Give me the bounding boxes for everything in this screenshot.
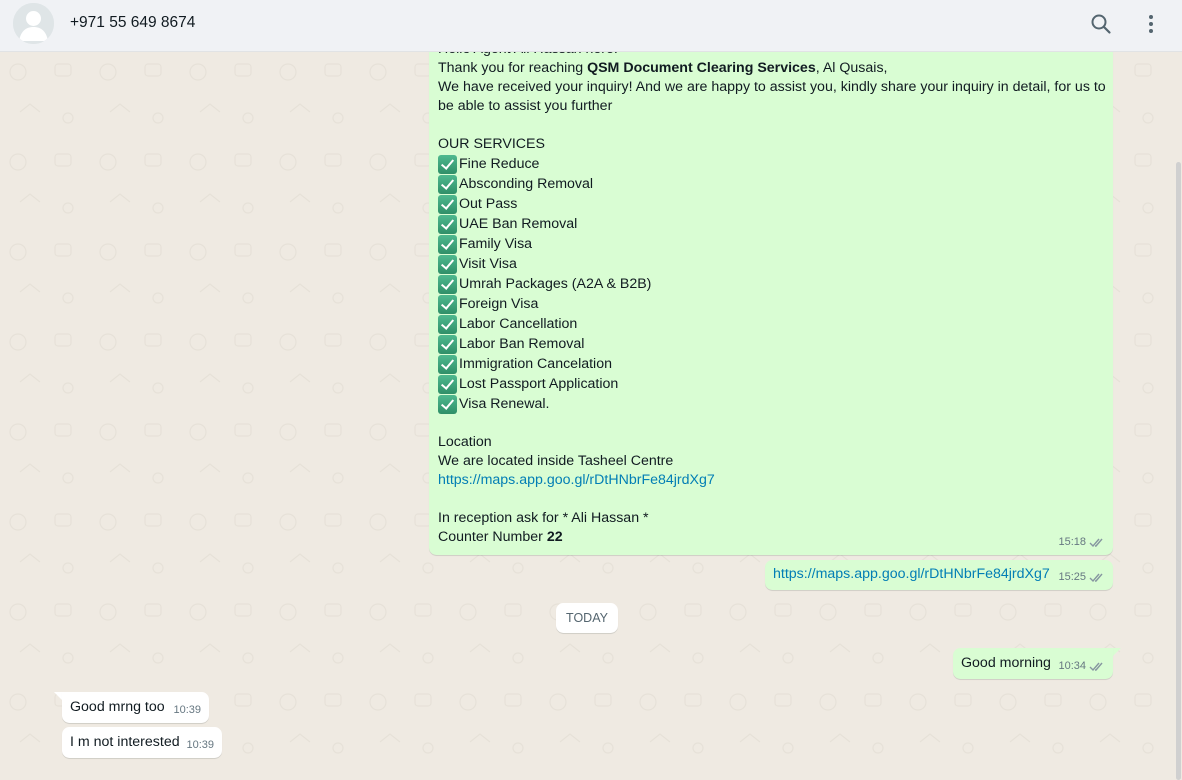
service-item: Absconding Removal	[438, 174, 1106, 194]
service-item: Lost Passport Application	[438, 374, 1106, 394]
message-meta: 10:39	[186, 736, 214, 755]
service-item: Labor Cancellation	[438, 314, 1106, 334]
service-label: Fine Reduce	[459, 155, 540, 172]
message-time: 15:18	[1058, 536, 1086, 548]
message-text: Good mrng too	[70, 699, 165, 715]
service-label: Absconding Removal	[459, 175, 594, 192]
check-mark-icon	[438, 194, 457, 214]
message-meta: 15:25	[1058, 568, 1105, 587]
menu-icon[interactable]	[1139, 12, 1163, 36]
service-label: Foreign Visa	[459, 295, 539, 312]
good-morning-bubble[interactable]: Good morning 10:34	[953, 648, 1113, 679]
service-item: Labor Ban Removal	[438, 334, 1106, 354]
bubble-tail	[54, 692, 62, 700]
service-item: UAE Ban Removal	[438, 214, 1106, 234]
service-item: Out Pass	[438, 194, 1106, 214]
service-item: Foreign Visa	[438, 294, 1106, 314]
service-label: UAE Ban Removal	[459, 215, 578, 232]
message-time: 10:39	[173, 704, 201, 716]
search-icon[interactable]	[1089, 12, 1113, 36]
avatar[interactable]	[13, 3, 54, 44]
service-item: Visit Visa	[438, 254, 1106, 274]
counter-line: Counter Number 22	[438, 528, 1106, 547]
check-mark-icon	[438, 174, 457, 194]
thanks-prefix: Thank you for reaching	[438, 60, 588, 76]
day-separator: TODAY	[556, 603, 618, 633]
check-mark-icon	[438, 334, 457, 354]
check-mark-icon	[438, 394, 457, 414]
message-time: 10:34	[1058, 660, 1086, 672]
incoming-message-bubble[interactable]: I m not interested 10:39	[62, 727, 222, 758]
default-avatar-icon	[13, 3, 54, 44]
service-label: Family Visa	[459, 235, 533, 252]
services-heading: OUR SERVICES	[438, 136, 545, 152]
location-heading: Location	[438, 434, 492, 450]
incoming-message-bubble[interactable]: Good mrng too 10:39	[62, 692, 209, 723]
contact-name[interactable]: +971 55 649 8674	[70, 14, 195, 32]
message-time: 15:25	[1058, 571, 1086, 583]
chat-scrollbar[interactable]	[1175, 52, 1182, 780]
service-item: Family Visa	[438, 234, 1106, 254]
service-label: Immigration Cancelation	[459, 355, 612, 372]
inquiry-line: We have received your inquiry! And we ar…	[438, 79, 1106, 95]
inquiry-line-2: be able to assist you further	[438, 98, 613, 114]
read-receipt-icon	[1089, 662, 1103, 672]
chat-header: +971 55 649 8674	[0, 0, 1182, 52]
check-mark-icon	[438, 294, 457, 314]
counter-number: 22	[546, 529, 563, 545]
check-mark-icon	[438, 354, 457, 374]
map-link[interactable]: https://maps.app.goo.gl/rDtHNbrFe84jrdXg…	[438, 472, 715, 488]
scrollbar-thumb[interactable]	[1176, 162, 1181, 780]
services-message-bubble[interactable]: Hello Agent Ali Hassan here. Thank you f…	[429, 32, 1113, 555]
read-receipt-icon	[1089, 538, 1103, 548]
bubble-tail	[1113, 648, 1121, 656]
service-item: Umrah Packages (A2A & B2B)	[438, 274, 1106, 294]
service-item: Immigration Cancelation	[438, 354, 1106, 374]
reception-line: In reception ask for * Ali Hassan *	[438, 510, 649, 526]
message-meta: 15:18	[1058, 533, 1105, 552]
service-label: Visa Renewal.	[459, 395, 550, 412]
services-list: Fine Reduce Absconding Removal Out Pass …	[438, 154, 1106, 414]
check-mark-icon	[438, 274, 457, 294]
service-label: Labor Ban Removal	[459, 335, 585, 352]
check-mark-icon	[438, 214, 457, 234]
message-time: 10:39	[186, 739, 214, 751]
service-label: Out Pass	[459, 195, 518, 212]
message-text: Good morning	[961, 655, 1051, 671]
check-mark-icon	[438, 314, 457, 334]
check-mark-icon	[438, 154, 457, 174]
message-meta: 10:34	[1058, 657, 1105, 676]
check-mark-icon	[438, 374, 457, 394]
service-label: Visit Visa	[459, 255, 517, 272]
service-label: Umrah Packages (A2A & B2B)	[459, 275, 652, 292]
service-item: Visa Renewal.	[438, 394, 1106, 414]
thanks-line: Thank you for reaching QSM Document Clea…	[438, 59, 1106, 78]
message-text: I m not interested	[70, 734, 180, 750]
check-mark-icon	[438, 234, 457, 254]
location-text: We are located inside Tasheel Centre	[438, 453, 674, 469]
check-mark-icon	[438, 254, 457, 274]
service-item: Fine Reduce	[438, 154, 1106, 174]
service-label: Labor Cancellation	[459, 315, 578, 332]
service-label: Lost Passport Application	[459, 375, 619, 392]
map-link-line: https://maps.app.goo.gl/rDtHNbrFe84jrdXg…	[438, 471, 1106, 490]
thanks-suffix: , Al Qusais,	[815, 60, 888, 76]
map-link[interactable]: https://maps.app.goo.gl/rDtHNbrFe84jrdXg…	[773, 565, 1050, 584]
message-meta: 10:39	[173, 701, 201, 720]
company-name: QSM Document Clearing Services	[587, 60, 816, 76]
services-message-body: Hello Agent Ali Hassan here. Thank you f…	[438, 40, 1106, 547]
link-message-bubble[interactable]: https://maps.app.goo.gl/rDtHNbrFe84jrdXg…	[765, 560, 1113, 590]
counter-label: Counter Number	[438, 529, 547, 545]
read-receipt-icon	[1089, 573, 1103, 583]
